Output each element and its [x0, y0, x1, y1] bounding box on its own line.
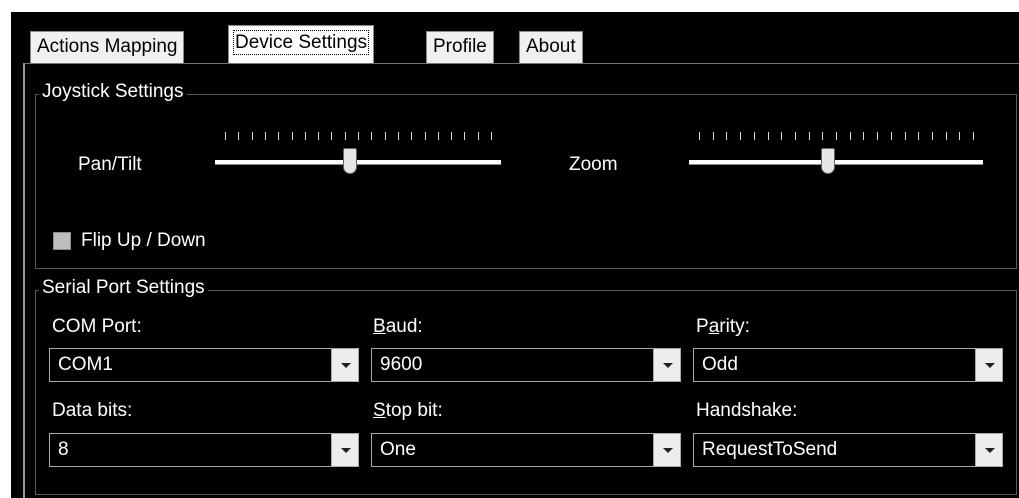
slider-tick [225, 132, 226, 140]
com-port-select[interactable]: COM1 [49, 348, 359, 382]
slider-tick [945, 132, 947, 140]
baud-select[interactable]: 9600 [371, 348, 681, 382]
tab-device-settings[interactable]: Device Settings [228, 25, 375, 63]
slider-tick [464, 132, 466, 140]
handshake-label: Handshake: [696, 400, 798, 421]
slider-tick [411, 132, 413, 140]
slider-thumb[interactable] [820, 148, 835, 174]
slider-tick [836, 132, 837, 140]
tab-profile[interactable]: Profile [426, 31, 494, 63]
slider-tick [251, 132, 253, 140]
device-settings-panel: Joystick Settings Pan/Tilt Zoom Flip Up … [23, 63, 1019, 498]
slider-tick [794, 132, 796, 140]
joystick-settings-title: Joystick Settings [39, 81, 187, 103]
stop-bit-label-rest: top bit: [385, 400, 443, 421]
slider-tick [371, 132, 373, 140]
pan-tilt-label: Pan/Tilt [78, 154, 142, 175]
slider-tick [318, 132, 320, 140]
com-port-value: COM1 [58, 354, 113, 375]
tab-actions-mapping[interactable]: Actions Mapping [30, 31, 185, 63]
serial-port-settings-title: Serial Port Settings [39, 277, 208, 299]
slider-tick [358, 132, 359, 140]
stop-bit-value: One [380, 439, 416, 460]
slider-track [215, 160, 501, 165]
slider-thumb[interactable] [343, 148, 358, 174]
chevron-down-icon[interactable] [331, 434, 358, 466]
slider-tick [918, 132, 920, 140]
pan-tilt-slider[interactable] [215, 132, 501, 176]
handshake-select[interactable]: RequestToSend [693, 433, 1003, 467]
slider-track [689, 160, 983, 165]
slider-tick [849, 132, 851, 140]
slider-tick [726, 132, 728, 140]
slider-tick [931, 132, 933, 140]
slider-ticks [689, 132, 983, 142]
tab-label: Profile [433, 36, 487, 57]
parity-value: Odd [702, 354, 738, 375]
slider-tick [767, 132, 769, 140]
parity-select[interactable]: Odd [693, 348, 1003, 382]
slider-tick [344, 132, 346, 140]
chevron-down-icon[interactable] [975, 349, 1002, 381]
parity-label-mnemonic: a [708, 316, 720, 337]
handshake-value: RequestToSend [702, 439, 838, 460]
tab-label: Actions Mapping [37, 36, 178, 57]
slider-tick [890, 132, 892, 140]
slider-tick [822, 132, 824, 140]
slider-tick [877, 132, 879, 140]
tab-about[interactable]: About [519, 31, 583, 63]
slider-tick [397, 132, 399, 140]
baud-label-mnemonic: B [373, 316, 386, 337]
baud-label: Baud: [373, 316, 423, 338]
slider-tick [863, 132, 865, 140]
slider-tick [291, 132, 293, 140]
slider-tick [278, 132, 280, 140]
flip-up-down-label: Flip Up / Down [81, 230, 206, 251]
baud-label-rest: aud: [385, 316, 423, 337]
slider-tick [491, 132, 492, 140]
data-bits-select[interactable]: 8 [49, 433, 359, 467]
slider-tick [904, 132, 906, 140]
chevron-down-icon[interactable] [653, 349, 680, 381]
slider-tick [331, 132, 333, 140]
zoom-slider[interactable] [689, 132, 983, 176]
flip-up-down-checkbox[interactable] [53, 232, 71, 250]
slider-tick [973, 132, 974, 140]
parity-label-first: P [696, 316, 709, 337]
slider-tick [451, 132, 453, 140]
chevron-down-icon[interactable] [653, 434, 680, 466]
stop-bit-label-mnemonic: S [373, 400, 386, 421]
chevron-down-icon[interactable] [975, 434, 1002, 466]
data-bits-value: 8 [58, 439, 69, 460]
slider-tick [753, 132, 755, 140]
slider-tick [238, 132, 240, 140]
com-port-label: COM Port: [52, 316, 142, 337]
zoom-label: Zoom [569, 154, 618, 175]
slider-tick [699, 132, 700, 140]
slider-tick [437, 132, 439, 140]
tab-label: Device Settings [232, 30, 370, 55]
slider-ticks [215, 132, 501, 142]
parity-label-rest: rity: [719, 316, 750, 337]
slider-tick [959, 132, 961, 140]
slider-tick [384, 132, 386, 140]
slider-tick [712, 132, 714, 140]
chevron-down-icon[interactable] [331, 349, 358, 381]
parity-label: Parity: [696, 316, 750, 338]
slider-tick [740, 132, 742, 140]
baud-value: 9600 [380, 354, 423, 375]
slider-tick [808, 132, 810, 140]
slider-tick [304, 132, 306, 140]
stop-bit-select[interactable]: One [371, 433, 681, 467]
tab-label: About [526, 36, 576, 57]
stop-bit-label: Stop bit: [373, 400, 443, 422]
slider-tick [264, 132, 266, 140]
slider-tick [781, 132, 783, 140]
slider-tick [424, 132, 426, 140]
data-bits-label: Data bits: [52, 400, 133, 421]
slider-tick [477, 132, 479, 140]
